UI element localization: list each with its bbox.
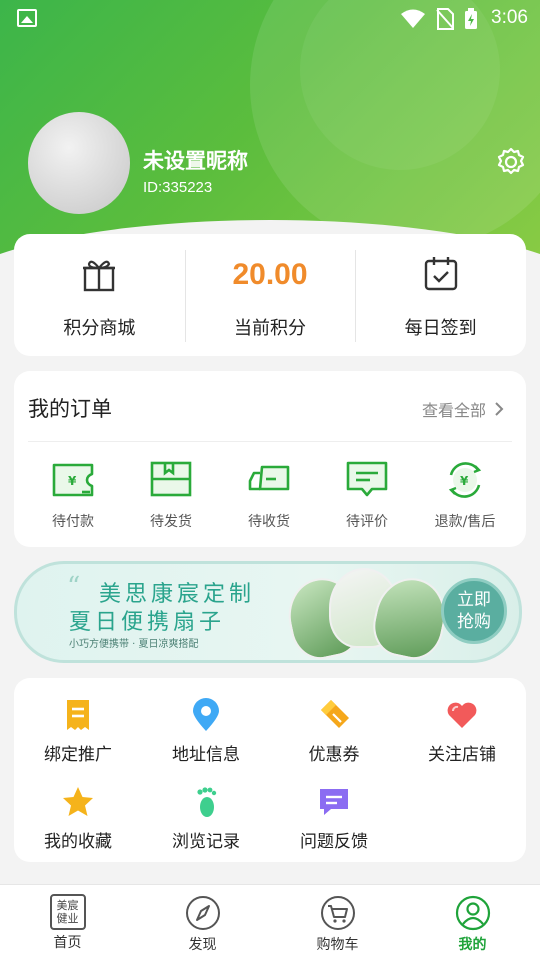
truck-icon bbox=[248, 465, 290, 491]
view-all-label: 查看全部 bbox=[421, 401, 486, 420]
gallery-notification-icon bbox=[17, 9, 37, 27]
tool-label: 绑定推广 bbox=[44, 745, 112, 765]
tool-bind-promotion[interactable]: 绑定推广 bbox=[14, 698, 142, 765]
avatar[interactable] bbox=[28, 112, 130, 214]
tool-address[interactable]: 地址信息 bbox=[142, 698, 270, 765]
tool-label: 问题反馈 bbox=[300, 832, 368, 852]
user-icon bbox=[455, 895, 490, 931]
package-icon bbox=[150, 461, 192, 497]
chevron-right-icon bbox=[495, 402, 504, 416]
tool-favorites[interactable]: 我的收藏 bbox=[14, 785, 142, 852]
tools-card: 绑定推广 地址信息 优惠券 关注店铺 我的收藏 浏览记录 问题反馈 bbox=[14, 678, 526, 862]
user-id: ID:335223 bbox=[143, 179, 213, 196]
tool-label: 地址信息 bbox=[172, 745, 240, 765]
quote-mark-icon: “ bbox=[67, 572, 81, 602]
banner-line-3: 小巧方便携带 · 夏日凉爽搭配 bbox=[69, 639, 199, 650]
comment-icon bbox=[346, 461, 388, 497]
current-points-label: 当前积分 bbox=[234, 318, 306, 339]
brand-logo-icon: 美宸 健业 bbox=[49, 894, 86, 930]
buy-now-line-2: 抢购 bbox=[457, 612, 491, 632]
tool-label: 浏览记录 bbox=[172, 832, 240, 852]
no-sim-icon bbox=[436, 8, 454, 30]
coupon-icon bbox=[321, 700, 349, 728]
gift-icon bbox=[83, 260, 116, 292]
current-points-value: 20.00 bbox=[232, 258, 308, 291]
feedback-icon bbox=[320, 789, 348, 815]
buy-now-button[interactable]: 立即 抢购 bbox=[441, 578, 507, 644]
tool-feedback[interactable]: 问题反馈 bbox=[270, 785, 398, 852]
tool-followed-shops[interactable]: 关注店铺 bbox=[398, 698, 526, 765]
svg-text:¥: ¥ bbox=[68, 474, 77, 488]
order-status-refund[interactable]: ¥ 退款/售后 bbox=[416, 459, 514, 531]
banner-line-2: 夏日便携扇子 bbox=[69, 610, 226, 635]
tab-label: 首页 bbox=[53, 935, 82, 951]
tool-coupons[interactable]: 优惠券 bbox=[270, 698, 398, 765]
order-status-row: ¥ 待付款 待发货 待收货 待评价 ¥ 退款/售后 bbox=[14, 459, 526, 531]
daily-checkin-entry[interactable]: 每日签到 bbox=[355, 234, 526, 356]
footprint-icon bbox=[197, 787, 217, 817]
tab-cart[interactable]: 购物车 bbox=[270, 885, 405, 960]
location-pin-icon bbox=[193, 698, 219, 731]
view-all-orders-link[interactable]: 查看全部 bbox=[422, 397, 504, 421]
order-status-pending-payment[interactable]: ¥ 待付款 bbox=[24, 459, 122, 531]
tool-label: 关注店铺 bbox=[428, 745, 496, 765]
order-status-pending-receipt[interactable]: 待收货 bbox=[220, 459, 318, 531]
tab-mine[interactable]: 我的 bbox=[405, 885, 540, 960]
tool-label: 我的收藏 bbox=[44, 832, 112, 852]
points-mall-entry[interactable]: 积分商城 bbox=[14, 234, 185, 356]
logo-text-bottom: 健业 bbox=[56, 912, 79, 925]
order-status-label: 待评价 bbox=[346, 514, 388, 530]
compass-icon bbox=[185, 896, 220, 930]
tool-label: 优惠券 bbox=[308, 745, 360, 765]
wallet-yen-icon: ¥ bbox=[52, 463, 94, 497]
clock: 3:06 bbox=[491, 7, 528, 28]
nickname[interactable]: 未设置昵称 bbox=[143, 145, 248, 175]
refund-yen-icon: ¥ bbox=[448, 462, 482, 498]
tool-browse-history[interactable]: 浏览记录 bbox=[142, 785, 270, 852]
daily-checkin-label: 每日签到 bbox=[404, 318, 477, 339]
svg-text:¥: ¥ bbox=[460, 474, 469, 488]
order-status-pending-review[interactable]: 待评价 bbox=[318, 459, 416, 531]
tab-discover[interactable]: 发现 bbox=[135, 885, 270, 960]
order-status-label: 退款/售后 bbox=[434, 514, 496, 530]
promo-banner[interactable]: “ 美思康宸定制 夏日便携扇子 小巧方便携带 · 夏日凉爽搭配 立即 抢购 bbox=[14, 561, 522, 663]
current-points-entry[interactable]: 20.00 当前积分 bbox=[184, 234, 356, 356]
status-bar: 3:06 bbox=[0, 0, 540, 36]
battery-charging-icon bbox=[465, 8, 477, 29]
order-status-label: 待发货 bbox=[150, 514, 192, 530]
tab-label: 发现 bbox=[188, 937, 217, 953]
tab-label: 购物车 bbox=[316, 937, 359, 953]
order-status-label: 待付款 bbox=[52, 514, 94, 530]
wifi-icon bbox=[401, 9, 425, 28]
points-card: 积分商城 20.00 当前积分 每日签到 bbox=[14, 234, 526, 356]
order-status-label: 待收货 bbox=[248, 514, 290, 530]
tab-label: 我的 bbox=[458, 937, 487, 953]
bottom-tab-bar: 美宸 健业 首页 发现 购物车 我的 bbox=[0, 884, 540, 960]
buy-now-line-1: 立即 bbox=[457, 590, 491, 610]
heart-icon bbox=[447, 702, 477, 728]
tab-home[interactable]: 美宸 健业 首页 bbox=[0, 885, 135, 960]
points-mall-label: 积分商城 bbox=[63, 318, 136, 339]
star-icon bbox=[63, 787, 93, 816]
orders-title: 我的订单 bbox=[28, 397, 112, 421]
orders-card: 我的订单 查看全部 ¥ 待付款 待发货 待收货 待评价 ¥ 退款/售后 bbox=[14, 371, 526, 547]
gear-icon[interactable] bbox=[495, 146, 527, 178]
receipt-icon bbox=[67, 700, 89, 730]
logo-text-top: 美宸 bbox=[56, 899, 79, 912]
order-status-pending-shipment[interactable]: 待发货 bbox=[122, 459, 220, 531]
calendar-check-icon bbox=[424, 257, 457, 291]
tools-grid: 绑定推广 地址信息 优惠券 关注店铺 我的收藏 浏览记录 问题反馈 bbox=[14, 698, 526, 852]
cart-icon bbox=[320, 896, 355, 930]
